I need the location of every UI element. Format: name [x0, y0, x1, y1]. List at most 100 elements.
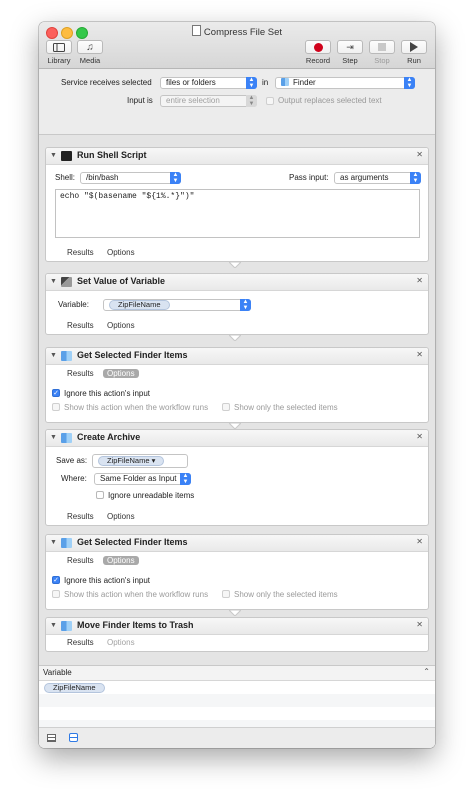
variable-token[interactable]: ZipFileName [44, 683, 105, 693]
results-tab[interactable]: Results [63, 248, 98, 257]
disclosure-triangle-icon[interactable]: ▼ [50, 539, 57, 546]
action-header: ▼ Get Selected Finder Items ✕ [46, 535, 428, 552]
output-replaces-checkbox[interactable] [266, 97, 274, 105]
window-title-container: Compress File Set [39, 25, 435, 38]
disclosure-triangle-icon[interactable]: ▼ [50, 434, 57, 441]
action-create-archive[interactable]: ▼ Create Archive ✕ Save as: ZipFileName … [45, 429, 429, 526]
close-action-icon[interactable]: ✕ [416, 276, 423, 285]
service-receives-label: Service receives selected [61, 78, 152, 87]
input-is-popup[interactable]: entire selection ▲ ▼ [160, 95, 257, 107]
finder-icon [61, 538, 72, 548]
close-action-icon[interactable]: ✕ [416, 350, 423, 359]
options-tab[interactable]: Options [103, 321, 139, 330]
options-tab[interactable]: Options [103, 512, 139, 521]
close-action-icon[interactable]: ✕ [416, 620, 423, 629]
step-button[interactable]: ⇥ [337, 40, 363, 54]
media-button[interactable]: ♫ [77, 40, 103, 54]
show-action-checkbox[interactable] [52, 403, 60, 411]
media-label: Media [79, 56, 101, 65]
variables-toggle-icon[interactable] [69, 733, 78, 742]
connector-arrow [229, 610, 241, 616]
window-title: Compress File Set [203, 27, 283, 38]
output-replaces-label: Output replaces selected text [278, 96, 382, 105]
variable-wand-icon [61, 277, 72, 287]
action-title: Move Finder Items to Trash [77, 620, 194, 630]
pass-input-popup[interactable]: as arguments ▲ ▼ [334, 172, 421, 184]
close-action-icon[interactable]: ✕ [416, 537, 423, 546]
application-popup[interactable]: Finder ▲ ▼ [275, 77, 415, 89]
action-header: ▼ Move Finder Items to Trash ✕ [46, 618, 428, 635]
disclosure-triangle-icon[interactable]: ▼ [50, 278, 57, 285]
save-as-value: ZipFileName [107, 456, 150, 465]
disclosure-triangle-icon[interactable]: ▼ [50, 622, 57, 629]
input-type-popup[interactable]: files or folders ▲ ▼ [160, 77, 257, 89]
record-button[interactable] [305, 40, 331, 54]
action-get-selected-finder-items[interactable]: ▼ Get Selected Finder Items ✕ Results Op… [45, 347, 429, 423]
action-move-finder-items-to-trash[interactable]: ▼ Move Finder Items to Trash ✕ Results O… [45, 617, 429, 652]
connector-arrow [229, 262, 241, 268]
ignore-input-label: Ignore this action's input [64, 389, 151, 398]
action-run-shell-script[interactable]: ▼ Run Shell Script ✕ Shell: /bin/bash ▲ ▼… [45, 147, 429, 262]
library-button[interactable] [46, 40, 72, 54]
results-tab[interactable]: Results [63, 512, 98, 521]
connector-arrow [229, 335, 241, 341]
close-action-icon[interactable]: ✕ [416, 432, 423, 441]
close-action-icon[interactable]: ✕ [416, 150, 423, 159]
title-bar: Compress File Set Library ♫ Media Record… [39, 22, 435, 69]
results-tab[interactable]: Results [63, 556, 98, 565]
document-icon [191, 25, 201, 36]
variable-popup[interactable]: ZipFileName ▲ ▼ [103, 299, 251, 311]
action-footer: Results Options [46, 318, 428, 334]
pass-input-value: as arguments [340, 173, 389, 182]
show-selected-checkbox[interactable] [222, 590, 230, 598]
action-get-selected-finder-items[interactable]: ▼ Get Selected Finder Items ✕ Results Op… [45, 534, 429, 610]
library-icon [53, 42, 65, 52]
finder-icon [281, 78, 289, 86]
results-tab[interactable]: Results [63, 638, 98, 647]
automator-window: Compress File Set Library ♫ Media Record… [39, 22, 435, 748]
ignore-input-checkbox[interactable]: ✓ [52, 389, 60, 397]
step-icon: ⇥ [346, 41, 354, 52]
action-header: ▼ Set Value of Variable ✕ [46, 274, 428, 291]
record-icon [313, 42, 323, 52]
show-selected-label: Show only the selected items [234, 590, 338, 599]
log-icon[interactable] [47, 734, 56, 742]
variables-column-header: Variable [43, 668, 72, 677]
action-title: Get Selected Finder Items [77, 537, 188, 547]
options-tab[interactable]: Options [103, 369, 139, 378]
ignore-input-checkbox[interactable]: ✓ [52, 576, 60, 584]
play-icon [410, 42, 418, 52]
where-popup[interactable]: Same Folder as Input ▲ ▼ [94, 473, 191, 485]
options-tab[interactable]: Options [103, 556, 139, 565]
results-tab[interactable]: Results [63, 369, 98, 378]
finder-icon [61, 433, 72, 443]
save-as-field[interactable]: ZipFileName ▾ [92, 454, 188, 468]
input-type-value: files or folders [166, 78, 216, 87]
shell-popup[interactable]: /bin/bash ▲ ▼ [80, 172, 181, 184]
stop-button[interactable] [369, 40, 395, 54]
script-editor[interactable]: echo "$(basename "${1%.*}")" [55, 189, 420, 238]
finder-icon [61, 351, 72, 361]
disclosure-triangle-icon[interactable]: ▼ [50, 152, 57, 159]
variable-token: ZipFileName [109, 300, 170, 310]
application-value: Finder [293, 78, 316, 87]
options-tab[interactable]: Options [103, 248, 139, 257]
disclosure-triangle-icon[interactable]: ▼ [50, 352, 57, 359]
run-label: Run [407, 56, 421, 65]
chevron-updown-icon: ▲ ▼ [246, 77, 257, 89]
show-action-checkbox[interactable] [52, 590, 60, 598]
chevron-updown-icon: ▲ ▼ [170, 172, 181, 184]
empty-row [39, 694, 435, 707]
service-header: Service receives selected files or folde… [39, 69, 435, 135]
variable-row[interactable]: ZipFileName [39, 681, 435, 694]
terminal-icon [61, 151, 72, 161]
run-button[interactable] [401, 40, 427, 54]
action-set-value-of-variable[interactable]: ▼ Set Value of Variable ✕ Variable: ZipF… [45, 273, 429, 335]
chevron-updown-icon: ▲ ▼ [404, 77, 415, 89]
options-tab[interactable]: Options [103, 638, 139, 647]
results-tab[interactable]: Results [63, 321, 98, 330]
chevron-up-icon[interactable]: ⌃ [423, 667, 430, 676]
shell-value: /bin/bash [86, 173, 119, 182]
ignore-unreadable-checkbox[interactable] [96, 491, 104, 499]
show-selected-checkbox[interactable] [222, 403, 230, 411]
